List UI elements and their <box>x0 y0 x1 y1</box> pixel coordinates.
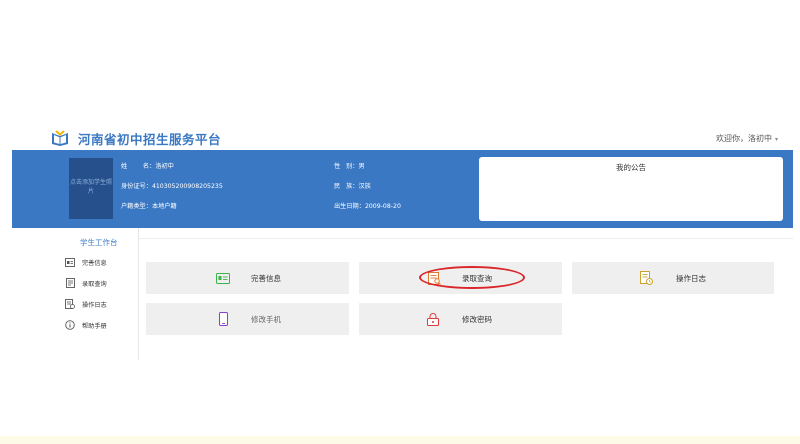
sidebar-item-help-manual[interactable]: 帮助手册 <box>65 319 107 331</box>
highlight-annotation <box>419 266 525 289</box>
id-card-icon <box>65 257 75 267</box>
ethnicity-row: 民 族：汉族 <box>334 181 371 190</box>
user-menu[interactable]: 欢迎你，洛初中 ▾ <box>716 133 778 144</box>
notice-title: 我的公告 <box>616 163 646 172</box>
book-logo-icon <box>51 129 69 147</box>
id-row: 身份证号：410305200908205235 <box>121 181 223 190</box>
platform-title: 河南省初中招生服务平台 <box>78 132 222 147</box>
log-icon <box>639 271 653 285</box>
sidebar-item-label: 录取查询 <box>82 280 107 288</box>
gender-row: 性 别：男 <box>334 161 365 170</box>
card-label: 完善信息 <box>251 274 281 283</box>
birth-row: 出生日期：2009-08-20 <box>334 201 401 210</box>
sidebar-item-label: 完善信息 <box>82 259 107 267</box>
household-row: 户籍类型：本地户籍 <box>121 201 177 210</box>
change-password-card[interactable]: 修改密码 <box>359 303 562 335</box>
student-info-banner: 点击添加学生照片 姓 名：洛初中 身份证号：410305200908205235… <box>12 150 793 228</box>
phone-icon <box>216 312 230 326</box>
sidebar-item-complete-info[interactable]: 完善信息 <box>65 256 107 268</box>
household-label: 户籍类型： <box>121 203 152 210</box>
name-label: 姓 名： <box>121 163 156 170</box>
name-value: 洛初中 <box>155 163 174 170</box>
sidebar-item-operation-log[interactable]: 操作日志 <box>65 298 107 310</box>
bottom-strip <box>0 436 800 444</box>
photo-placeholder-text: 点击添加学生照片 <box>69 179 112 195</box>
id-card-icon <box>216 271 230 285</box>
name-row: 姓 名：洛初中 <box>121 161 174 170</box>
notice-panel: 我的公告 <box>479 157 783 221</box>
household-value: 本地户籍 <box>151 203 177 210</box>
change-phone-card[interactable]: 修改手机 <box>146 303 349 335</box>
sidebar-item-label: 操作日志 <box>82 301 107 309</box>
complete-info-card[interactable]: 完善信息 <box>146 262 349 294</box>
content-divider <box>139 238 793 239</box>
ethnicity-label: 民 族： <box>334 183 359 190</box>
sidebar-title: 学生工作台 <box>80 238 118 247</box>
sidebar-item-admission-query[interactable]: 录取查询 <box>65 277 107 289</box>
lock-icon <box>426 312 440 326</box>
welcome-text: 欢迎你，洛初中 <box>715 134 772 143</box>
id-label: 身份证号： <box>121 183 152 190</box>
search-doc-icon <box>65 278 75 288</box>
chevron-down-icon: ▾ <box>774 136 778 143</box>
sidebar-item-label: 帮助手册 <box>82 322 107 330</box>
sidebar: 学生工作台 完善信息 录取查询 操作日志 帮助手册 <box>53 228 139 360</box>
card-label: 修改密码 <box>462 315 492 324</box>
log-icon <box>65 299 75 309</box>
top-header: 河南省初中招生服务平台 欢迎你，洛初中 ▾ <box>0 124 800 150</box>
student-photo[interactable]: 点击添加学生照片 <box>69 158 113 219</box>
birth-value: 2009-08-20 <box>364 203 401 210</box>
gender-value: 男 <box>358 163 365 170</box>
card-label: 操作日志 <box>676 274 706 283</box>
card-label: 修改手机 <box>251 315 281 324</box>
ethnicity-value: 汉族 <box>358 183 371 190</box>
gender-label: 性 别： <box>334 163 359 170</box>
id-value: 410305200908205235 <box>151 183 223 190</box>
operation-log-card[interactable]: 操作日志 <box>572 262 774 294</box>
info-icon <box>65 320 75 330</box>
birth-label: 出生日期： <box>334 203 365 210</box>
